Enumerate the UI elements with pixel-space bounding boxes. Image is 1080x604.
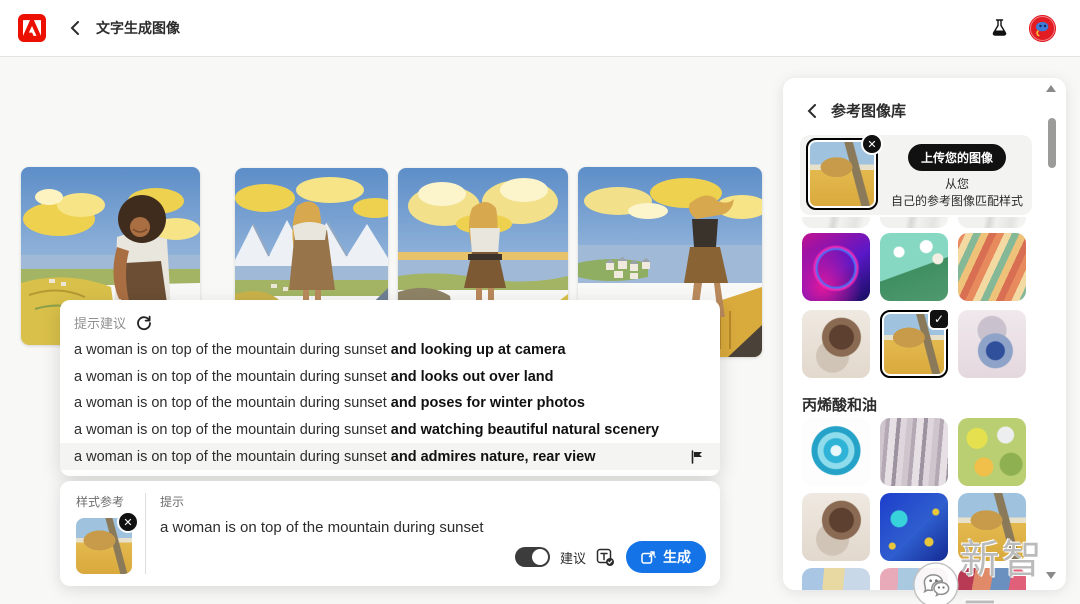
upload-caption-line1: 从您 bbox=[944, 177, 969, 191]
style-thumb-green-oil-daubs[interactable] bbox=[958, 418, 1026, 486]
prompt-label: 提示 bbox=[160, 495, 185, 509]
page-title: 文字生成图像 bbox=[96, 20, 180, 36]
style-reference-thumbnail[interactable]: ✕ bbox=[76, 511, 139, 574]
toggle-knob bbox=[531, 549, 548, 565]
selected-check-icon: ✓ bbox=[928, 308, 950, 330]
style-thumb-neon-figure[interactable] bbox=[802, 233, 870, 301]
remove-uploaded-image-icon[interactable]: ✕ bbox=[861, 133, 883, 155]
style-thumb-blue-gold-fluid[interactable] bbox=[880, 493, 948, 561]
acrylic-oil-section-title: 丙烯酸和油 bbox=[802, 397, 878, 414]
app-window: 文字生成图像 提示建议 a woman is on top of the mou… bbox=[0, 0, 1080, 604]
generate-button[interactable]: 生成 bbox=[626, 541, 706, 573]
generate-icon bbox=[641, 550, 656, 564]
style-thumb-pastel-strokes[interactable] bbox=[802, 568, 870, 590]
top-bar: 文字生成图像 bbox=[0, 0, 1080, 57]
style-thumb-marble-sketch-1[interactable] bbox=[802, 217, 870, 228]
suggestion-item-3[interactable]: a woman is on top of the mountain during… bbox=[60, 390, 720, 417]
scrollbar-down-arrow[interactable] bbox=[1046, 572, 1056, 579]
flag-icon[interactable] bbox=[690, 449, 706, 465]
style-thumb-pink-blue-stripes[interactable] bbox=[880, 568, 948, 590]
style-thumb-watercolor-woman[interactable] bbox=[802, 310, 870, 378]
user-avatar[interactable] bbox=[1029, 14, 1056, 42]
experiment-flask-icon[interactable] bbox=[987, 16, 1011, 40]
remove-style-reference-icon[interactable]: ✕ bbox=[117, 511, 139, 533]
reference-gallery-sidebar: 参考图像库 ✕ 上传您的图像 从您 自己的参考图像匹配样式 ✓ 丙烯酸和油 bbox=[783, 78, 1066, 590]
suggestions-toggle[interactable] bbox=[514, 547, 550, 567]
prompt-input[interactable]: a woman is on top of the mountain during… bbox=[160, 519, 706, 536]
prompt-suggestions-panel: 提示建议 a woman is on top of the mountain d… bbox=[60, 300, 720, 476]
uploaded-reference-thumbnail[interactable]: ✕ bbox=[806, 133, 883, 210]
style-thumb-blue-paint-swirl[interactable] bbox=[802, 418, 870, 486]
scrollbar-thumb[interactable] bbox=[1048, 118, 1056, 168]
style-thumb-3d-pastel-scene[interactable] bbox=[880, 233, 948, 301]
style-reference-label: 样式参考 bbox=[76, 495, 125, 509]
prompt-check-icon[interactable] bbox=[596, 547, 616, 567]
upload-your-image-button[interactable]: 上传您的图像 bbox=[907, 144, 1006, 171]
style-thumb-red-blue-strokes[interactable] bbox=[958, 568, 1026, 590]
sidebar-title: 参考图像库 bbox=[831, 103, 907, 120]
suggestion-item-5-highlighted[interactable]: a woman is on top of the mountain during… bbox=[60, 443, 720, 470]
style-thumb-silver-abstract[interactable] bbox=[880, 418, 948, 486]
style-thumb-marble-sketch-2[interactable] bbox=[880, 217, 948, 228]
adobe-logo-icon bbox=[18, 14, 46, 42]
suggestion-item-1[interactable]: a woman is on top of the mountain during… bbox=[60, 337, 720, 364]
suggestions-toggle-label: 建议 bbox=[559, 550, 586, 566]
style-thumb-marble-sketch-3[interactable] bbox=[958, 217, 1026, 228]
refresh-icon[interactable] bbox=[136, 314, 154, 332]
back-button[interactable] bbox=[62, 16, 86, 40]
suggestions-label: 提示建议 bbox=[74, 316, 127, 331]
style-thumb-country-windmill-2[interactable] bbox=[958, 493, 1026, 561]
prompt-input-panel: 样式参考 ✕ 提示 a woman is on top of the mount… bbox=[60, 481, 720, 586]
upload-card: ✕ 上传您的图像 从您 自己的参考图像匹配样式 bbox=[800, 133, 1032, 215]
style-thumb-watercolor-woman-2[interactable] bbox=[802, 493, 870, 561]
style-thumb-country-windmill-selected[interactable]: ✓ bbox=[880, 308, 950, 378]
style-thumb-retro-wave-pattern[interactable] bbox=[958, 233, 1026, 301]
style-thumb-watercolor-train[interactable] bbox=[958, 310, 1026, 378]
scrollbar-up-arrow[interactable] bbox=[1046, 85, 1056, 92]
upload-caption-line2: 自己的参考图像匹配样式 bbox=[890, 194, 1023, 208]
suggestion-item-2[interactable]: a woman is on top of the mountain during… bbox=[60, 364, 720, 391]
sidebar-back-button[interactable] bbox=[807, 104, 823, 120]
suggestion-item-4[interactable]: a woman is on top of the mountain during… bbox=[60, 417, 720, 444]
